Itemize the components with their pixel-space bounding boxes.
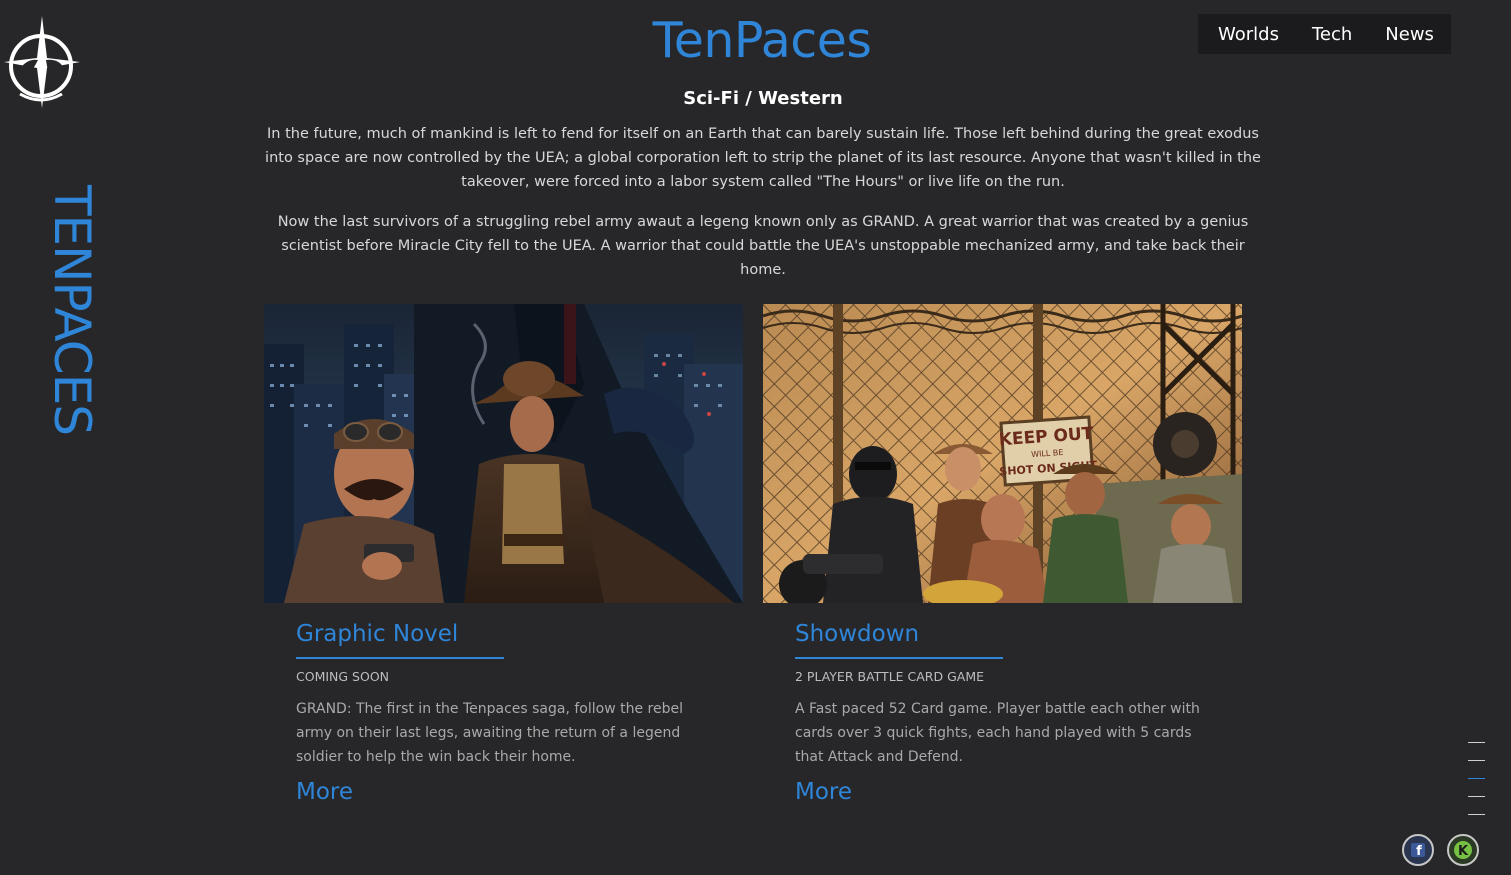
card-subtitle: Coming Soon <box>296 669 390 684</box>
intro-text: In the future, much of mankind is left t… <box>263 122 1263 298</box>
graphic-novel-image[interactable] <box>264 304 743 603</box>
nav-item-worlds[interactable]: Worlds <box>1218 24 1279 45</box>
page: TENPACES TenPaces Worlds Tech News Sci-F… <box>0 0 1511 875</box>
graphic-novel-more-link[interactable]: More <box>296 779 353 805</box>
vertical-site-name: TENPACES <box>43 172 101 448</box>
card-body: Showdown 2 Player Battle Card Game A Fas… <box>763 621 1242 805</box>
card-description: A Fast paced 52 Card game. Player battle… <box>795 701 1200 765</box>
card-body: Graphic Novel Coming Soon GRAND: The fir… <box>264 621 743 805</box>
showdown-artwork: KEEP OUT WILL BE SHOT ON SIGHT <box>763 304 1242 603</box>
card-title-underline <box>296 657 504 659</box>
card-title-showdown[interactable]: Showdown <box>795 621 1202 647</box>
section-pager <box>1468 742 1486 832</box>
svg-text:f: f <box>1416 844 1422 859</box>
intro-paragraph: Now the last survivors of a struggling r… <box>277 214 1249 278</box>
nav-item-tech[interactable]: Tech <box>1312 24 1352 45</box>
card-graphic-novel: Graphic Novel Coming Soon GRAND: The fir… <box>264 304 743 805</box>
card-title-graphic-novel[interactable]: Graphic Novel <box>296 621 703 647</box>
pager-line[interactable] <box>1468 742 1485 743</box>
graphic-novel-artwork <box>264 304 743 603</box>
pager-line[interactable] <box>1468 796 1485 797</box>
nav-item-news[interactable]: News <box>1385 24 1434 45</box>
pager-line[interactable] <box>1468 760 1485 761</box>
card-description: GRAND: The first in the Tenpaces saga, f… <box>296 701 683 765</box>
showdown-image[interactable]: KEEP OUT WILL BE SHOT ON SIGHT <box>763 304 1242 603</box>
vertical-site-name-text: TENPACES <box>43 184 101 436</box>
genre-heading: Sci-Fi / Western <box>683 88 843 109</box>
kickstarter-icon[interactable]: K <box>1447 834 1479 866</box>
pager-line[interactable] <box>1468 814 1485 815</box>
showdown-more-link[interactable]: More <box>795 779 852 805</box>
card-showdown: KEEP OUT WILL BE SHOT ON SIGHT Showdown … <box>763 304 1242 805</box>
card-subtitle: 2 Player Battle Card Game <box>795 669 985 684</box>
svg-text:K: K <box>1458 844 1469 859</box>
facebook-icon[interactable]: f <box>1402 834 1434 866</box>
pager-line-active[interactable] <box>1468 778 1485 779</box>
main-nav: Worlds Tech News <box>1198 14 1451 54</box>
card-title-underline <box>795 657 1003 659</box>
intro-paragraph: In the future, much of mankind is left t… <box>265 126 1261 190</box>
